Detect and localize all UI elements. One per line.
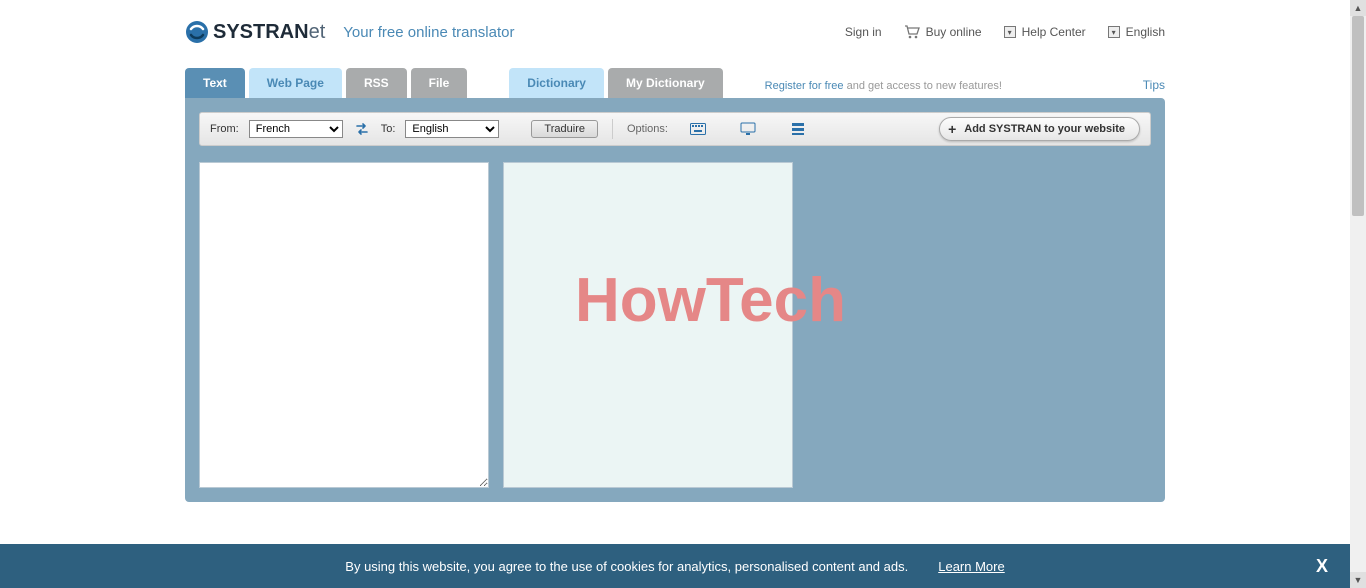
cart-icon (904, 25, 920, 39)
from-label: From: (210, 123, 239, 135)
cookie-close-button[interactable]: X (1316, 556, 1328, 577)
add-systran-label: Add SYSTRAN to your website (964, 123, 1125, 135)
scroll-down-button[interactable]: ▼ (1350, 572, 1366, 588)
to-label: To: (381, 123, 396, 135)
cookie-banner: By using this website, you agree to the … (0, 544, 1350, 588)
option-keyboard-icon[interactable] (690, 122, 706, 136)
options-label: Options: (627, 123, 668, 135)
target-text-area (503, 162, 793, 488)
swap-languages-button[interactable] (353, 120, 371, 138)
help-center-label: Help Center (1022, 25, 1086, 39)
tab-rss[interactable]: RSS (346, 68, 407, 98)
option-screen-icon[interactable] (740, 122, 756, 136)
register-link[interactable]: Register for free (765, 80, 844, 92)
vertical-scrollbar[interactable]: ▲ ▼ (1350, 0, 1366, 588)
tab-text[interactable]: Text (185, 68, 245, 98)
tab-file[interactable]: File (411, 68, 468, 98)
buy-online-label: Buy online (926, 25, 982, 39)
logo-icon (185, 20, 209, 44)
to-language-select[interactable]: English (405, 120, 499, 138)
register-text: Register for free and get access to new … (765, 80, 1002, 92)
separator (612, 119, 613, 139)
header: SYSTRANet Your free online translator Si… (185, 0, 1165, 68)
language-selector[interactable]: ▾ English (1108, 25, 1165, 39)
tips-link[interactable]: Tips (1143, 78, 1165, 92)
dropdown-icon: ▾ (1108, 26, 1120, 38)
tab-webpage[interactable]: Web Page (249, 68, 342, 98)
help-center-link[interactable]: ▾ Help Center (1004, 25, 1086, 39)
from-language-select[interactable]: French (249, 120, 343, 138)
swap-icon (354, 121, 370, 137)
add-systran-button[interactable]: + Add SYSTRAN to your website (939, 117, 1140, 141)
scroll-up-button[interactable]: ▲ (1350, 0, 1366, 16)
logo[interactable]: SYSTRANet (185, 20, 325, 44)
source-text-area[interactable] (199, 162, 489, 488)
main-panel: From: French To: English (185, 98, 1165, 502)
dropdown-icon: ▾ (1004, 26, 1016, 38)
tab-dictionary[interactable]: Dictionary (509, 68, 604, 98)
signin-link[interactable]: Sign in (845, 25, 882, 39)
plus-icon: + (948, 121, 956, 137)
tab-mydictionary[interactable]: My Dictionary (608, 68, 723, 98)
tabs: Text Web Page RSS File Dictionary My Dic… (185, 68, 1165, 98)
cookie-text: By using this website, you agree to the … (345, 559, 908, 574)
scroll-thumb[interactable] (1352, 16, 1364, 216)
toolbar: From: French To: English (199, 112, 1151, 146)
register-rest: and get access to new features! (844, 80, 1002, 92)
language-label: English (1126, 25, 1165, 39)
translate-button[interactable]: Traduire (531, 120, 598, 138)
cookie-learn-more[interactable]: Learn More (938, 559, 1004, 574)
brand-text: SYSTRANet (213, 21, 325, 44)
buy-online-link[interactable]: Buy online (904, 25, 982, 39)
option-list-icon[interactable] (790, 122, 806, 136)
tagline: Your free online translator (343, 24, 514, 41)
